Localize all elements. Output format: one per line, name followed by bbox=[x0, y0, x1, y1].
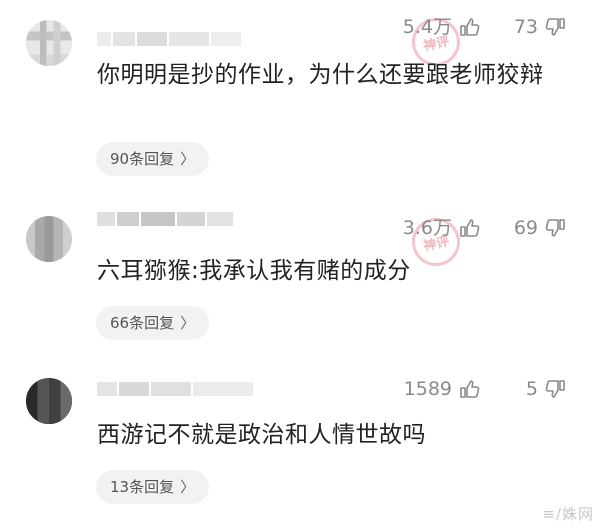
thumbs-up-icon[interactable] bbox=[458, 216, 482, 240]
comment-text: 六耳猕猴:我承认我有赌的成分 bbox=[97, 258, 411, 284]
comment-item: 1589 5 西游记不就是政治和人情世故吗 13条回复 〉 bbox=[0, 378, 600, 508]
comment-text: 西游记不就是政治和人情世故吗 bbox=[97, 422, 426, 448]
reply-count: 90条回复 bbox=[110, 150, 175, 168]
like-count: 3.6万 bbox=[402, 217, 452, 239]
username-blurred[interactable] bbox=[97, 32, 247, 46]
chevron-right-icon: 〉 bbox=[180, 150, 196, 168]
username-blurred[interactable] bbox=[97, 212, 237, 226]
avatar[interactable] bbox=[26, 20, 72, 66]
thumbs-up-icon[interactable] bbox=[458, 15, 482, 39]
view-replies-button[interactable]: 13条回复 〉 bbox=[96, 470, 210, 504]
thumbs-down-icon[interactable] bbox=[543, 15, 567, 39]
thumbs-up-icon[interactable] bbox=[458, 377, 482, 401]
chevron-right-icon: 〉 bbox=[180, 478, 196, 496]
reply-count: 13条回复 bbox=[110, 478, 175, 496]
comment-text: 你明明是抄的作业，为什么还要跟老师狡辩 bbox=[97, 62, 544, 88]
comment-item: 神评 3.6万 69 六耳猕猴:我承认我有赌的成分 66条回复 〉 bbox=[0, 212, 600, 346]
like-count: 1589 bbox=[403, 378, 452, 400]
view-replies-button[interactable]: 66条回复 〉 bbox=[96, 306, 210, 340]
site-watermark: ≡/姝网 bbox=[542, 505, 594, 523]
dislike-count: 69 bbox=[513, 217, 538, 239]
username-blurred[interactable] bbox=[97, 382, 257, 396]
like-count: 5.4万 bbox=[402, 16, 452, 38]
dislike-count: 73 bbox=[513, 16, 538, 38]
thumbs-down-icon[interactable] bbox=[543, 377, 567, 401]
thumbs-down-icon[interactable] bbox=[543, 216, 567, 240]
view-replies-button[interactable]: 90条回复 〉 bbox=[96, 142, 210, 176]
avatar[interactable] bbox=[26, 216, 72, 262]
avatar[interactable] bbox=[26, 378, 72, 424]
chevron-right-icon: 〉 bbox=[180, 314, 196, 332]
dislike-count: 5 bbox=[525, 378, 538, 400]
reply-count: 66条回复 bbox=[110, 314, 175, 332]
comment-item: 神评 5.4万 73 你明明是抄的作业，为什么还要跟老师狡辩 90条回复 〉 bbox=[0, 13, 600, 180]
